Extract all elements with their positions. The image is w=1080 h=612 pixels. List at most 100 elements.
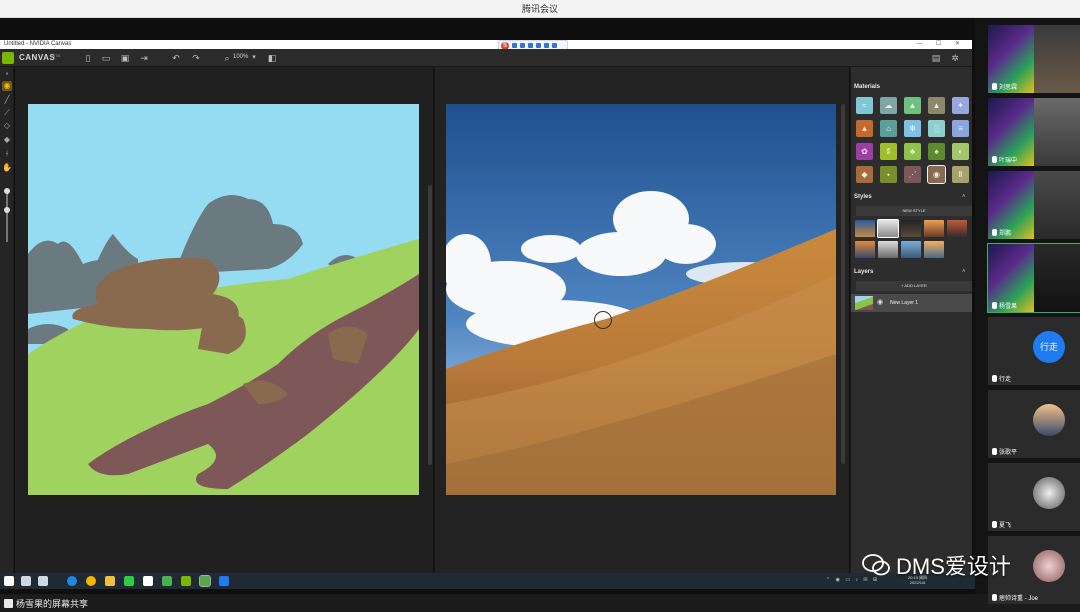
tool-icon[interactable]: ▪ [2,69,12,79]
chevron-up-icon[interactable]: ˄ [962,194,966,200]
participant-tile[interactable]: 行走 行走 [988,317,1080,385]
participant-tile[interactable]: 夏飞 [988,463,1080,531]
brush-size-slider[interactable] [6,190,8,242]
style-thumbnail[interactable] [855,241,875,258]
scrollbar[interactable] [841,104,845,464]
microphone-icon [992,448,997,455]
style-thumbnail[interactable] [901,241,921,258]
participant-name: 郑鹏 [992,228,1011,237]
window-controls[interactable]: — ☐ ✕ [916,40,966,49]
material-cloud-icon[interactable]: ☁ [880,97,897,114]
microphone-icon [992,156,997,163]
participant-tile[interactable]: 叶瑞中 [988,98,1080,166]
material-mountain-icon[interactable]: ▲ [904,97,921,114]
material-pillar-icon[interactable]: Ⅱ [952,166,969,183]
material-grass-icon[interactable]: ʬ [880,143,897,160]
chevron-down-icon[interactable]: ▾ [249,53,259,63]
file-explorer-icon[interactable] [105,576,115,586]
material-dirt-selected-icon[interactable]: ◉ [927,165,946,184]
material-water-icon[interactable]: ≈ [856,97,873,114]
participant-name: 夏飞 [992,520,1011,529]
undo-icon[interactable]: ↶ [171,53,181,63]
material-stone-icon[interactable]: ⬩ [880,166,897,183]
microphone-icon [992,83,997,90]
material-swatch-icon[interactable]: ◉ [2,81,12,91]
zoom-icon[interactable]: ⌕ [222,53,232,63]
participant-name: 行走 [992,374,1011,383]
brush-icon[interactable]: ╱ [2,95,12,105]
layer-thumbnail [855,296,873,310]
pan-hand-icon[interactable]: ✋ [2,163,12,173]
style-thumbnail[interactable] [877,219,899,238]
share-status[interactable]: 杨雪果的屏幕共享 [4,597,88,610]
material-bush-icon[interactable]: ♣ [904,143,921,160]
feedback-icon[interactable]: ▤ [931,53,941,63]
microphone-icon [992,302,997,309]
material-fog-icon[interactable]: ░ [928,120,945,137]
search-icon[interactable] [21,576,31,586]
style-thumbnail[interactable] [947,220,967,237]
material-sky-icon[interactable]: ✦ [952,97,969,114]
share-tool-icon[interactable] [544,43,549,48]
participant-tile-active[interactable]: 杨雪果 [987,243,1080,313]
edge-browser-icon[interactable] [67,576,77,586]
material-house-icon[interactable]: ⌂ [880,120,897,137]
wechat-icon [862,554,890,576]
canvas-app-icon[interactable] [199,575,211,587]
zoom-level[interactable]: 100% [233,54,248,60]
task-view-icon[interactable] [38,576,48,586]
new-style-button[interactable]: NEW STYLE [856,206,972,216]
app-icon[interactable] [162,576,172,586]
tencent-meeting-icon[interactable] [219,576,229,586]
style-thumbnail[interactable] [924,241,944,258]
participant-tile[interactable]: 郑鹏 [988,171,1080,239]
share-tool-icon[interactable] [520,43,525,48]
save-icon[interactable]: ▣ [120,53,130,63]
material-dirt-icon[interactable]: ▲ [856,120,873,137]
eye-icon[interactable]: ◉ [877,298,883,306]
material-flower-icon[interactable]: ✿ [856,143,873,160]
meeting-bottom-bar [0,594,1080,612]
avatar [1033,550,1065,582]
eraser-icon[interactable]: ◇ [2,121,12,131]
material-rock-icon[interactable]: ◆ [856,166,873,183]
fill-bucket-icon[interactable]: ◆ [2,135,12,145]
scrollbar[interactable] [428,185,432,465]
panel-toggle-icon[interactable]: ◧ [267,53,277,63]
style-thumbnail[interactable] [924,220,944,237]
export-icon[interactable]: ⇥ [139,53,149,63]
style-thumbnail[interactable] [855,220,875,237]
share-tool-icon[interactable] [528,43,533,48]
window-title: Untitled - NVIDIA Canvas [4,41,72,47]
participant-tile[interactable]: 刘思霖 [988,25,1080,93]
eyedropper-icon[interactable]: ⟊ [2,149,12,159]
nvidia-app-icon[interactable] [181,576,191,586]
material-sand-icon[interactable]: ◐ [952,143,969,160]
share-tool-icon[interactable] [512,43,517,48]
gear-icon[interactable]: ✲ [950,53,960,63]
line-icon[interactable]: ⟋ [2,108,12,118]
app-icon[interactable] [143,576,153,586]
open-folder-icon[interactable]: ▭ [101,53,111,63]
new-file-icon[interactable]: ▯ [83,53,93,63]
windows-start-icon[interactable] [4,576,14,586]
slider-knob[interactable] [4,188,10,194]
chevron-up-icon[interactable]: ˄ [962,269,966,275]
style-thumbnail[interactable] [901,220,921,237]
slider-knob[interactable] [4,207,10,213]
material-tree-icon[interactable]: ♠ [928,143,945,160]
participant-tile[interactable]: 张歌平 [988,390,1080,458]
redo-icon[interactable]: ↷ [191,53,201,63]
material-hill-icon[interactable]: ▲ [928,97,945,114]
material-path-icon[interactable]: ⋰ [904,166,921,183]
material-river-icon[interactable]: ≡ [952,120,969,137]
material-snow-icon[interactable]: ✻ [904,120,921,137]
share-tool-icon[interactable] [552,43,557,48]
chrome-browser-icon[interactable] [86,576,96,586]
wechat-icon[interactable] [124,576,134,586]
share-tool-icon[interactable] [536,43,541,48]
add-layer-button[interactable]: + ADD LAYER [856,281,972,291]
segmentation-canvas[interactable] [28,104,419,495]
style-thumbnail[interactable] [878,241,898,258]
layer-name[interactable]: New Layer 1 [890,300,918,306]
